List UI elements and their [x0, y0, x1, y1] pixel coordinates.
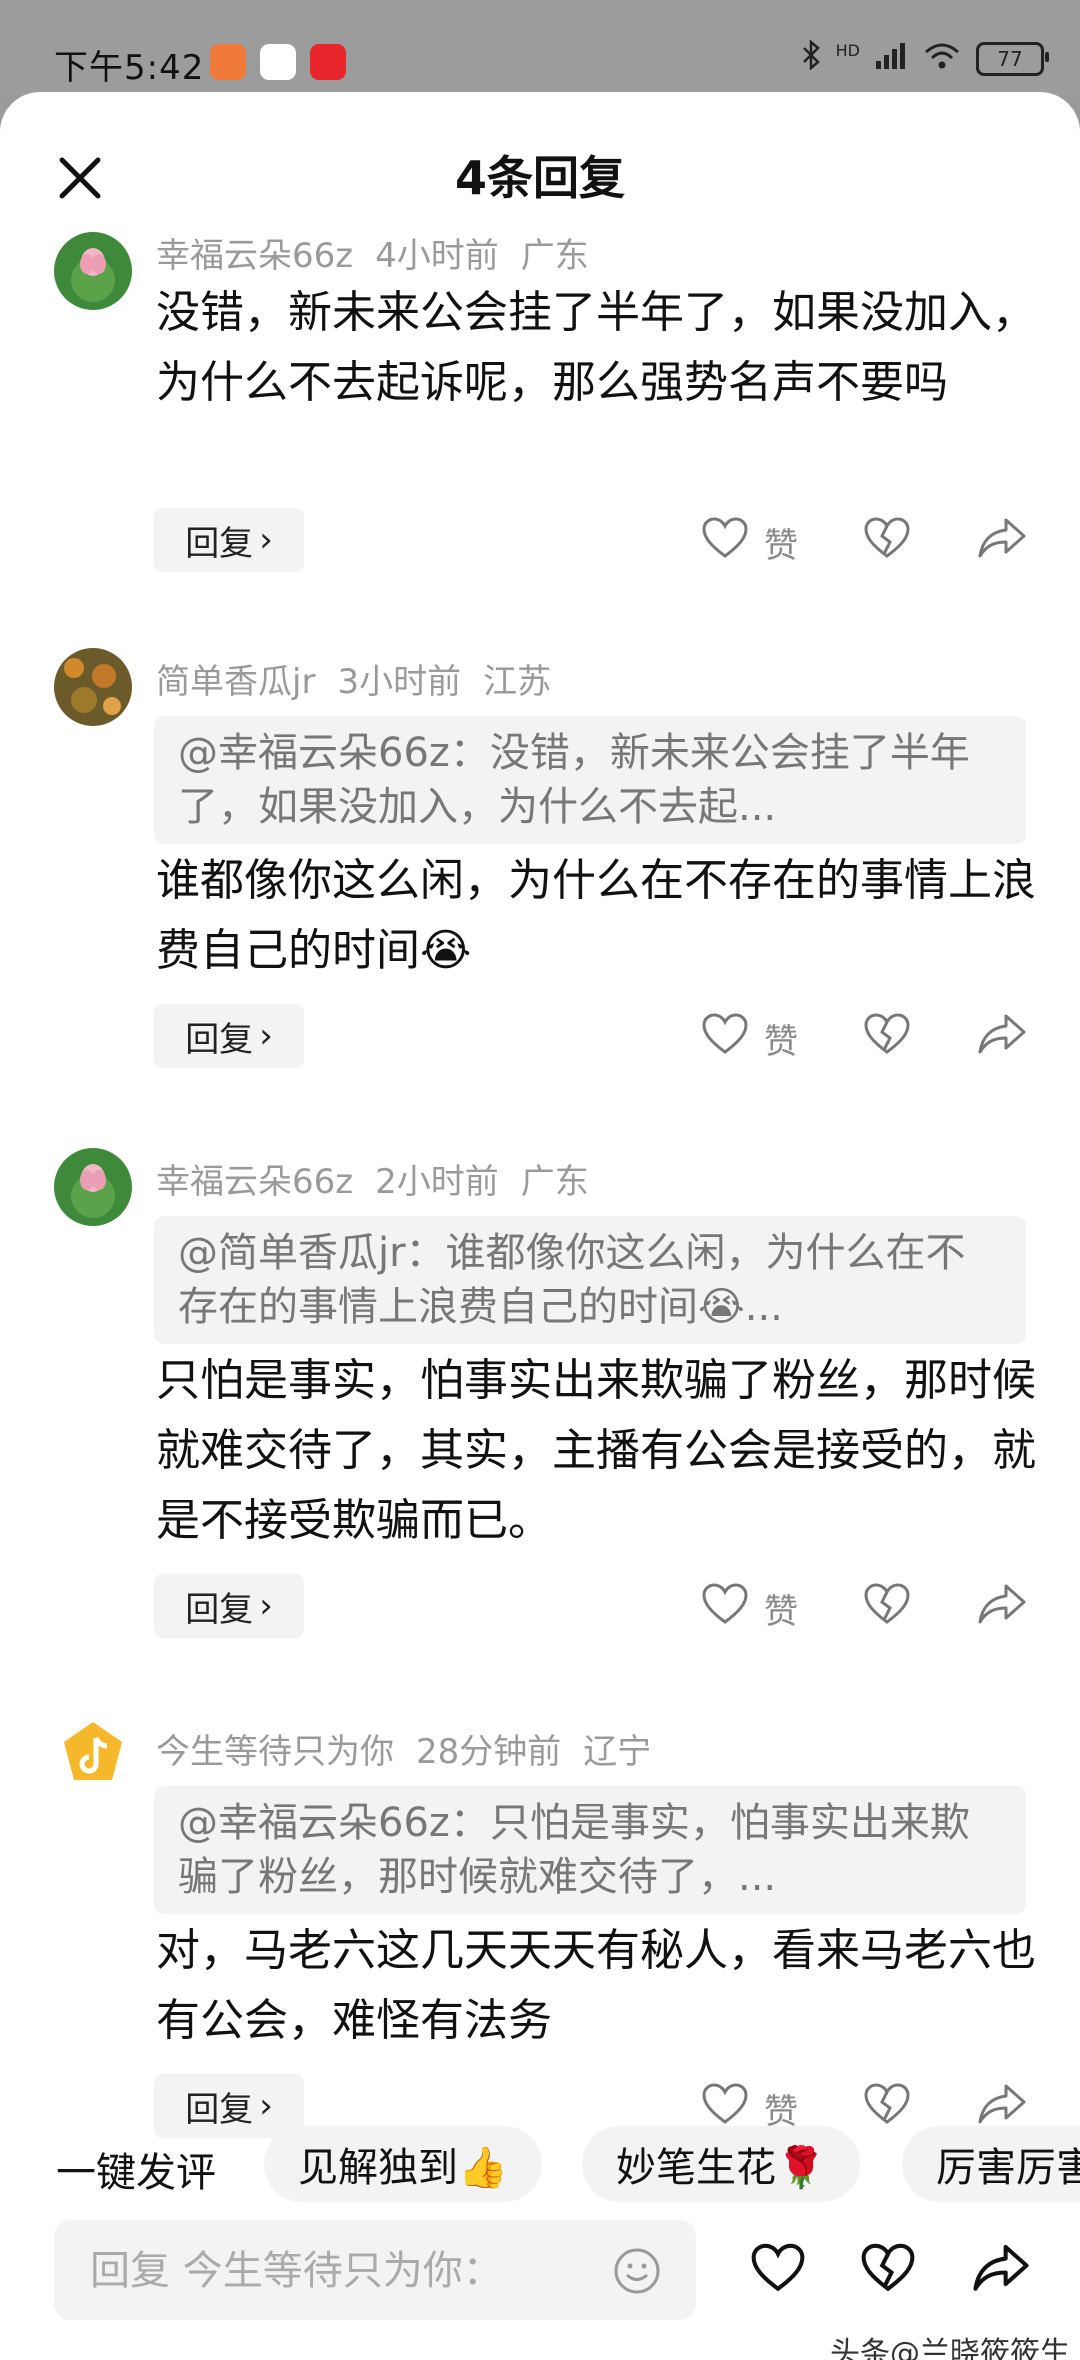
comment-meta: 幸福云朵66z 4小时前 广东	[156, 228, 611, 277]
comment-actions: 赞	[700, 1574, 1040, 1638]
like-icon[interactable]	[700, 514, 750, 564]
comment-actions: 赞	[700, 508, 1040, 572]
share-icon[interactable]	[976, 1580, 1028, 1630]
chevron-right-icon: ›	[259, 1016, 273, 1056]
comment-location: 辽宁	[583, 1732, 652, 1772]
dislike-icon[interactable]	[862, 1580, 912, 1630]
reply-input-box[interactable]	[54, 2220, 696, 2320]
app-notification-icon	[210, 44, 246, 80]
share-icon[interactable]	[970, 2240, 1032, 2298]
comment-meta: 幸福云朵66z 2小时前 广东	[156, 1154, 611, 1203]
comment-username[interactable]: 简单香瓜jr	[156, 662, 315, 702]
comment-meta: 今生等待只为你 28分钟前 辽宁	[156, 1724, 673, 1773]
status-time: 下午5:42	[54, 48, 205, 88]
reply-input-row	[0, 2214, 1080, 2324]
like-label[interactable]: 赞	[764, 1014, 798, 1063]
emoji-icon[interactable]	[612, 2246, 662, 2296]
avatar[interactable]	[54, 232, 132, 310]
quick-comment-label: 一键发评	[56, 2150, 216, 2196]
reply-button[interactable]: 回复 ›	[154, 508, 304, 572]
comment-text: 谁都像你这么闲，为什么在不存在的事情上浪费自己的时间😭	[156, 855, 1036, 976]
dislike-icon[interactable]	[862, 1010, 912, 1060]
comment-time: 2小时前	[375, 1162, 499, 1202]
quoted-comment[interactable]: @幸福云朵66z：只怕是事实，怕事实出来欺骗了粉丝，那时候就难交待了，...	[154, 1786, 1026, 1914]
comment-time: 28分钟前	[416, 1732, 562, 1772]
comment-location: 广东	[520, 1162, 589, 1202]
dislike-icon[interactable]	[862, 514, 912, 564]
like-icon[interactable]	[700, 1010, 750, 1060]
avatar[interactable]	[54, 648, 132, 726]
quoted-comment[interactable]: @幸福云朵66z：没错，新未来公会挂了半年了，如果没加入，为什么不去起...	[154, 716, 1026, 844]
battery-indicator: 77	[976, 41, 1049, 76]
comment-username[interactable]: 幸福云朵66z	[156, 236, 353, 276]
share-icon[interactable]	[976, 1010, 1028, 1060]
comment-time: 3小时前	[337, 662, 462, 702]
comment-text: 没错，新未来公会挂了半年了，如果没加入，为什么不去起诉呢，那么强势名声不要吗	[156, 287, 1036, 408]
quick-comment-chip[interactable]: 妙笔生花🌹	[582, 2126, 860, 2202]
comment-location: 广东	[520, 236, 589, 276]
quick-comment-chip[interactable]: 见解独到👍	[264, 2126, 542, 2202]
comment-list[interactable]: 幸福云朵66z 4小时前 广东 没错，新未来公会挂了半年了，如果没加入，为什么不去起…	[0, 222, 1080, 2172]
reply-label: 回复	[185, 1589, 254, 1630]
comment-time: 4小时前	[375, 236, 499, 276]
comment-text: 对，马老六这几天天天有秘人，看来马老六也有公会，难怪有法务	[156, 1925, 1036, 2046]
bluetooth-icon	[800, 39, 822, 77]
comment-meta: 简单香瓜jr 3小时前 江苏	[156, 654, 573, 703]
taobao-app-icon	[310, 44, 346, 80]
share-icon[interactable]	[976, 514, 1028, 564]
chevron-right-icon: ›	[259, 1586, 273, 1626]
wifi-icon	[922, 40, 962, 77]
avatar[interactable]	[54, 1718, 132, 1796]
comment-username[interactable]: 幸福云朵66z	[156, 1162, 353, 1202]
quick-comment-chip[interactable]: 厉害厉害	[902, 2126, 1080, 2202]
quick-comment-bar: 一键发评 见解独到👍 妙笔生花🌹 厉害厉害	[0, 2120, 1080, 2210]
reply-button[interactable]: 回复 ›	[154, 1574, 304, 1638]
watermark: 头条@兰晓筱筱生	[830, 2336, 1070, 2360]
comment-actions: 赞	[700, 1004, 1040, 1068]
sheet-title: 4条回复	[454, 151, 625, 205]
chevron-right-icon: ›	[259, 520, 273, 560]
baidu-app-icon	[260, 44, 296, 80]
avatar[interactable]	[54, 1148, 132, 1226]
reply-label: 回复	[185, 523, 254, 564]
status-icons: HD 77	[800, 39, 1049, 77]
comment-username[interactable]: 今生等待只为你	[156, 1732, 394, 1772]
like-label[interactable]: 赞	[764, 518, 798, 567]
status-bar: 下午5:42 HD 77	[0, 0, 1080, 96]
like-icon[interactable]	[748, 2240, 808, 2298]
comment-location: 江苏	[483, 662, 552, 702]
quoted-comment[interactable]: @简单香瓜jr：谁都像你这么闲，为什么在不存在的事情上浪费自己的时间😭...	[154, 1216, 1026, 1344]
reply-input[interactable]	[88, 2242, 612, 2300]
reply-label: 回复	[185, 1019, 254, 1060]
dislike-icon[interactable]	[858, 2240, 918, 2298]
like-icon[interactable]	[700, 1580, 750, 1630]
signal-icon	[874, 41, 908, 76]
like-label[interactable]: 赞	[764, 1584, 798, 1633]
replies-sheet: 4条回复 幸福云朵66z 4小时前 广东 没错，新未来公会挂了半年了，如果没加入，为…	[0, 92, 1080, 2360]
reply-button[interactable]: 回复 ›	[154, 1004, 304, 1068]
network-hd-label: HD	[835, 41, 860, 60]
comment-text: 只怕是事实，怕事实出来欺骗了粉丝，那时候就难交待了，其实，主播有公会是接受的，就…	[156, 1355, 1036, 1546]
